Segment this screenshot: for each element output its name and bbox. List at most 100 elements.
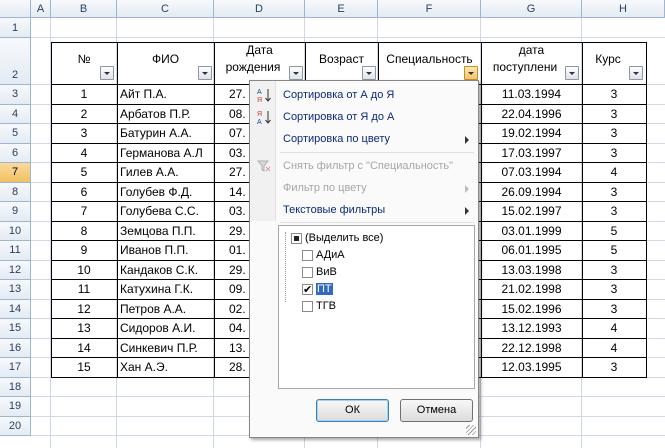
checklist-item-label: АДиА	[316, 249, 345, 261]
filter-dropdown-button-dob[interactable]	[289, 66, 303, 80]
row-header[interactable]: 6	[0, 143, 31, 163]
row-header[interactable]: 1	[0, 18, 31, 38]
filter-dropdown-button-age[interactable]	[362, 66, 376, 80]
filter-dropdown-button-course[interactable]	[629, 66, 643, 80]
autofilter-dropdown: АЯ Сортировка от А до Я ЯА Сортировка от…	[249, 80, 479, 438]
filter-dropdown-button-enroll[interactable]	[565, 66, 579, 80]
filter-dropdown-button-num[interactable]	[100, 66, 114, 80]
row-header[interactable]: 7	[0, 163, 31, 183]
cell-num: 1	[80, 87, 88, 101]
row-header[interactable]: 3	[0, 85, 31, 105]
header-course: Курс	[595, 52, 621, 66]
text-filters-item[interactable]: Текстовые фильтры	[251, 199, 477, 221]
row-header[interactable]: 11	[0, 241, 31, 261]
cell-dob: 07.	[229, 126, 246, 140]
row-header[interactable]: 14	[0, 299, 31, 319]
cell-num: 12	[77, 301, 91, 316]
cell-num: 6	[80, 184, 88, 199]
cell-course: 3	[610, 126, 618, 140]
cell-fio: Кандаков С.К.	[120, 262, 199, 277]
cell-dob: 13.	[229, 340, 246, 355]
sort-za-icon: ЯА	[256, 109, 272, 126]
sort-by-color-item[interactable]: Сортировка по цвету	[251, 128, 477, 150]
cell-enroll: 22.04.1996	[501, 106, 562, 121]
cell-course: 3	[610, 145, 618, 160]
checklist-item-label: ВиВ	[316, 266, 337, 278]
row-header[interactable]: 8	[0, 182, 31, 202]
column-header[interactable]: G	[481, 0, 582, 18]
row-header[interactable]: 17	[0, 358, 31, 378]
select-all-corner[interactable]	[0, 0, 31, 18]
checklist-item[interactable]: ПТ	[302, 281, 333, 298]
cell-fio: Арбатов П.Р.	[120, 106, 191, 121]
cell-num: 11	[77, 282, 91, 296]
checklist-item[interactable]: ТГВ	[302, 298, 336, 314]
cell-dob: 04.	[229, 321, 246, 335]
cell-fio: Гилев А.А.	[120, 165, 179, 179]
table-border	[117, 42, 118, 378]
column-header[interactable]: D	[214, 0, 305, 18]
checkbox[interactable]	[291, 233, 302, 244]
row-header[interactable]: 4	[0, 104, 31, 124]
value-checklist[interactable]: (Выделить все) АДиА ВиВ ПТ ТГВ	[278, 225, 475, 389]
checkbox[interactable]	[302, 282, 313, 298]
row-header[interactable]: 20	[0, 416, 31, 436]
clear-filter-item[interactable]: Снять фильтр с "Специальность"	[251, 155, 477, 177]
row-header[interactable]: 9	[0, 202, 31, 222]
filter-by-color-label: Фильтр по цвету	[283, 182, 367, 194]
row-header[interactable]: 19	[0, 397, 31, 417]
cell-fio: Айт П.А.	[120, 87, 167, 101]
cell-enroll: 21.02.1998	[501, 282, 562, 296]
cell-dob: 27.	[229, 87, 246, 101]
cancel-button[interactable]: Отмена	[400, 399, 473, 422]
table-border	[646, 42, 647, 378]
row-header[interactable]: 5	[0, 124, 31, 144]
cell-course: 4	[610, 165, 618, 179]
checklist-item[interactable]: (Выделить все)	[291, 230, 383, 246]
checkbox[interactable]	[302, 250, 313, 261]
row-header[interactable]: 15	[0, 319, 31, 339]
row-header[interactable]: 2	[0, 38, 31, 85]
column-header[interactable]: H	[582, 0, 665, 18]
cell-fio: Синкевич П.Р.	[120, 340, 198, 355]
row-header[interactable]: 16	[0, 338, 31, 358]
checklist-item[interactable]: АДиА	[302, 247, 345, 263]
gridline	[31, 37, 665, 38]
header-dob: Дата	[246, 43, 273, 57]
header-enroll: поступлени	[492, 60, 558, 74]
cell-dob: 29.	[229, 223, 246, 238]
cell-num: 15	[77, 360, 91, 374]
cell-num: 5	[80, 165, 88, 179]
row-header[interactable]: 12	[0, 260, 31, 280]
cell-course: 3	[610, 301, 618, 316]
row-header[interactable]: 13	[0, 280, 31, 300]
checkbox[interactable]	[302, 267, 313, 278]
filter-dropdown-button-fio[interactable]	[198, 66, 212, 80]
checklist-item[interactable]: ВиВ	[302, 264, 337, 280]
header-num: №	[77, 52, 91, 66]
ok-button[interactable]: ОК	[316, 399, 389, 422]
filter-by-color-item[interactable]: Фильтр по цвету	[251, 177, 477, 199]
column-header[interactable]: B	[51, 0, 117, 18]
row-header[interactable]: 18	[0, 377, 31, 397]
cell-dob: 27.	[229, 165, 246, 179]
sort-ascending-item[interactable]: АЯ Сортировка от А до Я	[251, 84, 477, 106]
cell-num: 2	[80, 106, 88, 121]
cell-dob: 14.	[229, 184, 246, 199]
column-header[interactable]: A	[31, 0, 51, 18]
cell-num: 14	[77, 340, 91, 355]
checkbox[interactable]	[302, 301, 313, 312]
column-header[interactable]: F	[378, 0, 481, 18]
sort-descending-item[interactable]: ЯА Сортировка от Я до А	[251, 106, 477, 128]
submenu-arrow-icon	[465, 207, 469, 215]
cell-enroll: 15.02.1997	[501, 204, 562, 218]
column-header[interactable]: E	[305, 0, 378, 18]
sort-descending-label: Сортировка от Я до А	[283, 111, 395, 123]
filter-dropdown-button-spec[interactable]	[464, 66, 478, 80]
cell-enroll: 15.02.1996	[501, 301, 562, 316]
header-enroll: дата	[518, 43, 545, 57]
cell-num: 7	[80, 204, 88, 218]
column-header[interactable]: C	[117, 0, 214, 18]
row-header[interactable]: 10	[0, 221, 31, 241]
resize-grip-icon[interactable]	[466, 425, 476, 435]
